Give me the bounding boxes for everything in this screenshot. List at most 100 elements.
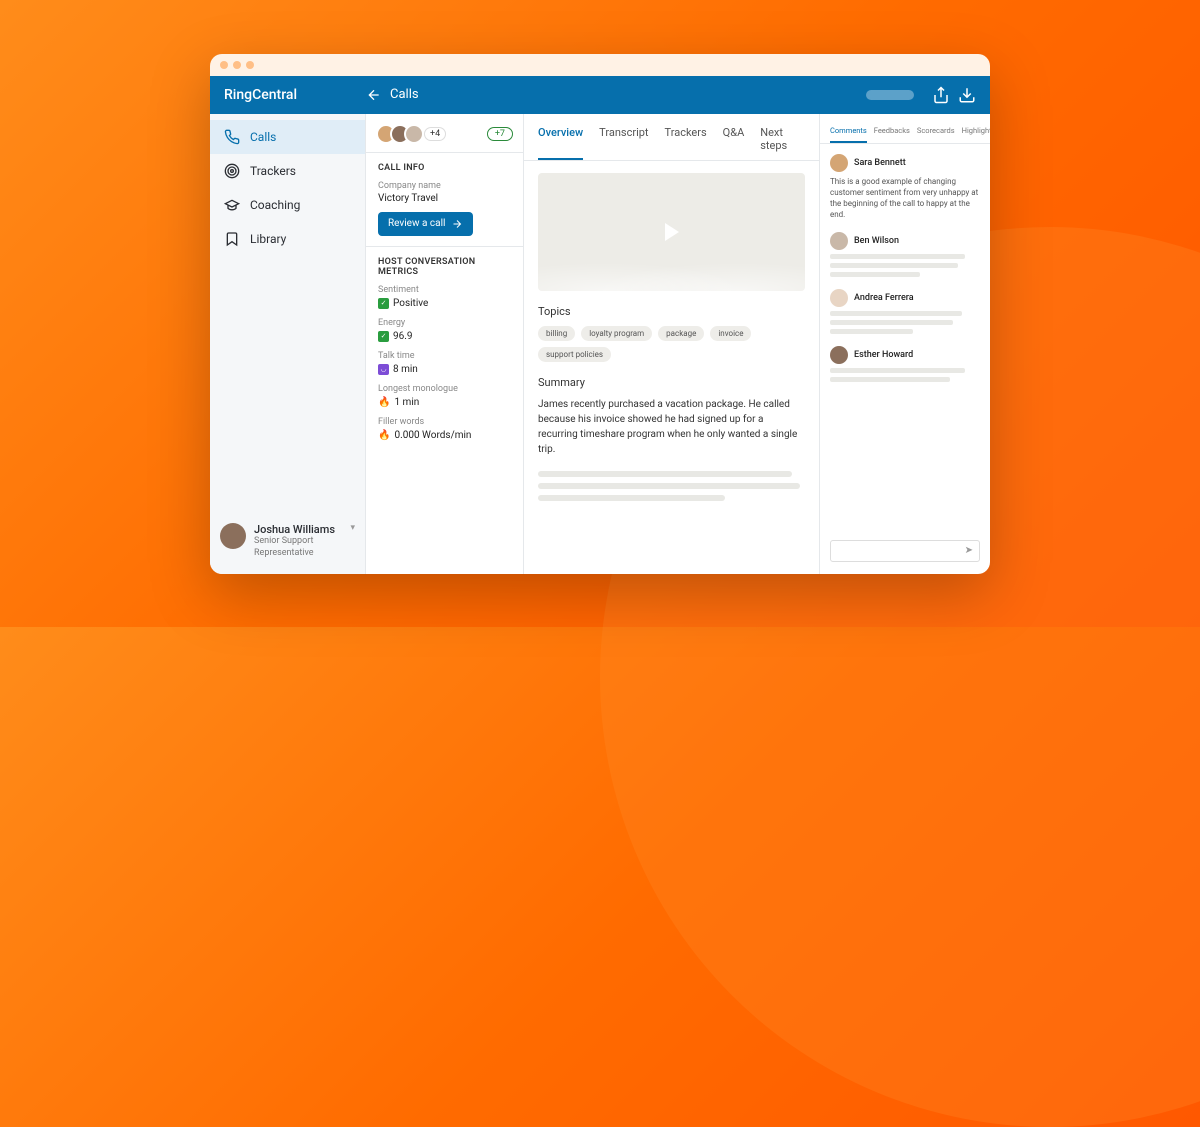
arrow-right-icon xyxy=(451,218,463,230)
metric-value: 1 min xyxy=(394,397,419,408)
user-info: Joshua Williams Senior Support Represent… xyxy=(254,523,342,559)
participant-avatar xyxy=(404,124,424,144)
topic-chip[interactable]: billing xyxy=(538,326,575,341)
nav-list: Calls Trackers Coaching Library xyxy=(210,114,365,256)
topic-chip[interactable]: package xyxy=(658,326,704,341)
comments-list: Sara Bennett This is a good example of c… xyxy=(820,144,990,532)
check-icon: ✓ xyxy=(378,298,389,309)
metric-energy: Energy ✓96.9 xyxy=(378,318,511,342)
side-tab-comments[interactable]: Comments xyxy=(830,126,867,143)
topic-chips: billing loyalty program package invoice … xyxy=(538,326,805,362)
plus-badge[interactable]: +7 xyxy=(487,127,513,141)
side-tab-highlights[interactable]: Highlights xyxy=(962,126,990,143)
avatar-overflow-badge[interactable]: +4 xyxy=(424,127,446,141)
play-icon xyxy=(665,223,679,241)
placeholder-lines xyxy=(538,471,805,501)
video-player[interactable] xyxy=(538,173,805,291)
top-bar: RingCentral Calls xyxy=(210,76,990,114)
app-window: RingCentral Calls Calls Trackers xyxy=(210,54,990,574)
mask-icon: ◡ xyxy=(378,364,389,375)
download-icon[interactable] xyxy=(958,86,976,104)
body: Calls Trackers Coaching Library xyxy=(210,114,990,574)
nav-label: Calls xyxy=(250,130,276,144)
call-info-section: CALL INFO Company name Victory Travel Re… xyxy=(366,153,523,247)
nav-label: Coaching xyxy=(250,198,300,212)
page-title: Calls xyxy=(390,87,419,102)
main-column: Overview Transcript Trackers Q&A Next st… xyxy=(524,114,820,574)
topic-chip[interactable]: loyalty program xyxy=(581,326,652,341)
summary-heading: Summary xyxy=(538,376,805,389)
comment-input[interactable]: ➤ xyxy=(830,540,980,562)
comment-item: Andrea Ferrera xyxy=(830,289,980,334)
main-tabs: Overview Transcript Trackers Q&A Next st… xyxy=(524,114,819,161)
metric-value: 8 min xyxy=(393,364,418,375)
comment-input-row: ➤ xyxy=(820,532,990,574)
metric-label: Talk time xyxy=(378,351,511,361)
sidebar-item-library[interactable]: Library xyxy=(210,222,365,256)
review-call-button[interactable]: Review a call xyxy=(378,212,473,236)
section-title: HOST CONVERSATION METRICS xyxy=(378,257,511,277)
participants-row: +4 +7 xyxy=(366,114,523,153)
comment-item: Esther Howard xyxy=(830,346,980,382)
metric-monologue: Longest monologue 🔥 1 min xyxy=(378,384,511,408)
tab-overview[interactable]: Overview xyxy=(538,126,583,160)
summary-text: James recently purchased a vacation pack… xyxy=(538,397,805,457)
share-icon[interactable] xyxy=(932,86,950,104)
side-column: Comments Feedbacks Scorecards Highlights… xyxy=(820,114,990,574)
sidebar-item-coaching[interactable]: Coaching xyxy=(210,188,365,222)
company-name: Victory Travel xyxy=(378,193,511,204)
comment-avatar xyxy=(830,346,848,364)
avatar-group[interactable] xyxy=(376,124,424,144)
arrow-left-icon xyxy=(366,87,382,103)
fire-icon: 🔥 xyxy=(378,397,390,408)
metrics-section: HOST CONVERSATION METRICS Sentiment ✓ Pos… xyxy=(366,247,523,460)
metric-value: 0.000 Words/min xyxy=(394,430,471,441)
window-dot[interactable] xyxy=(220,61,228,69)
comment-author: Esther Howard xyxy=(854,350,913,360)
tab-transcript[interactable]: Transcript xyxy=(599,126,648,160)
metric-label: Energy xyxy=(378,318,511,328)
graduation-icon xyxy=(224,197,240,213)
sidebar: Calls Trackers Coaching Library xyxy=(210,114,366,574)
topic-chip[interactable]: invoice xyxy=(710,326,751,341)
comment-avatar xyxy=(830,232,848,250)
tab-qa[interactable]: Q&A xyxy=(723,126,745,160)
tab-nextsteps[interactable]: Next steps xyxy=(760,126,805,160)
chevron-down-icon: ▾ xyxy=(350,523,355,533)
nav-label: Library xyxy=(250,232,286,246)
user-card[interactable]: Joshua Williams Senior Support Represent… xyxy=(210,513,365,573)
back-button[interactable]: Calls xyxy=(366,87,419,103)
target-icon xyxy=(224,163,240,179)
side-tab-scorecards[interactable]: Scorecards xyxy=(917,126,955,143)
user-name: Joshua Williams xyxy=(254,523,342,536)
bookmark-icon xyxy=(224,231,240,247)
tab-trackers[interactable]: Trackers xyxy=(665,126,707,160)
field-label: Company name xyxy=(378,181,511,191)
side-tabs: Comments Feedbacks Scorecards Highlights xyxy=(820,114,990,144)
metric-value: 96.9 xyxy=(393,331,413,342)
brand-logo: RingCentral xyxy=(224,87,366,103)
metric-talktime: Talk time ◡ 8 min xyxy=(378,351,511,375)
send-icon[interactable]: ➤ xyxy=(965,545,973,556)
topics-heading: Topics xyxy=(538,305,805,318)
sidebar-item-calls[interactable]: Calls xyxy=(210,120,365,154)
comment-item: Sara Bennett This is a good example of c… xyxy=(830,154,980,221)
comment-avatar xyxy=(830,154,848,172)
phone-icon xyxy=(224,129,240,145)
metric-label: Longest monologue xyxy=(378,384,511,394)
window-titlebar xyxy=(210,54,990,76)
sidebar-item-trackers[interactable]: Trackers xyxy=(210,154,365,188)
comment-item: Ben Wilson xyxy=(830,232,980,277)
comment-author: Sara Bennett xyxy=(854,158,906,168)
metric-sentiment: Sentiment ✓ Positive xyxy=(378,285,511,309)
window-dot[interactable] xyxy=(246,61,254,69)
topic-chip[interactable]: support policies xyxy=(538,347,611,362)
side-tab-feedbacks[interactable]: Feedbacks xyxy=(874,126,910,143)
content-area: +4 +7 CALL INFO Company name Victory Tra… xyxy=(366,114,990,574)
section-title: CALL INFO xyxy=(378,163,511,173)
metric-value: Positive xyxy=(393,298,428,309)
metric-label: Sentiment xyxy=(378,285,511,295)
comment-avatar xyxy=(830,289,848,307)
window-dot[interactable] xyxy=(233,61,241,69)
button-label: Review a call xyxy=(388,218,445,229)
